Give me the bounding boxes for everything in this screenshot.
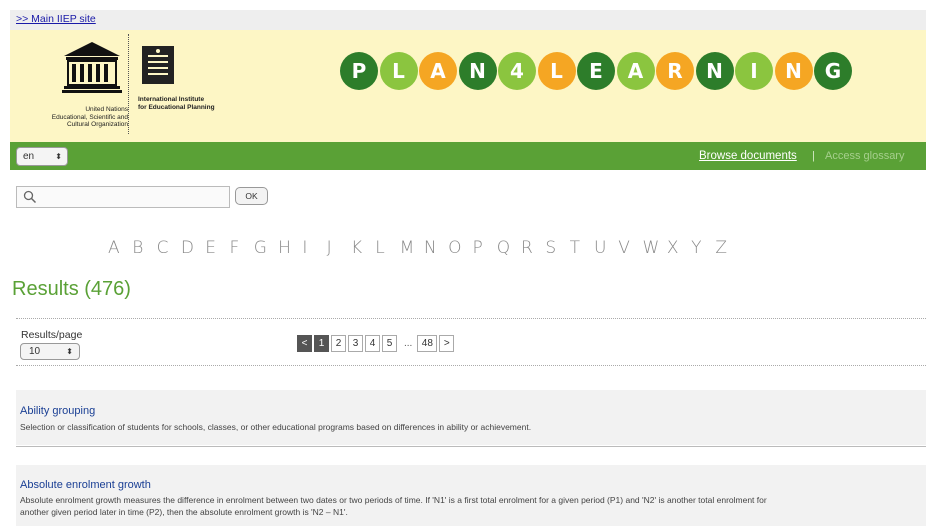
alphabet-letter-link[interactable]: K (351, 238, 375, 258)
logo-letter-circle: A (419, 52, 457, 90)
results-per-page-select[interactable]: 10 ⬍ (20, 343, 80, 360)
language-select[interactable]: en ⬍ (16, 147, 68, 166)
main-site-link[interactable]: >> Main IIEP site (16, 13, 96, 25)
alphabet-letter-link[interactable]: Q (497, 238, 521, 258)
prev-page-button[interactable]: < (297, 335, 312, 352)
search-input[interactable] (41, 189, 225, 205)
alphabet-letter-link[interactable]: X (667, 238, 691, 258)
iiep-caption: International Institute for Educational … (138, 96, 215, 111)
search-icon (23, 190, 37, 204)
logo-letter-circle: R (656, 52, 694, 90)
nav-separator: | (812, 150, 815, 162)
search-ok-button[interactable]: OK (235, 187, 268, 205)
nav-bar: en ⬍ Browse documents | Access glossary (10, 142, 926, 170)
results-per-page-label: Results/page (21, 329, 83, 341)
alphabet-index: ABCDEFGHIJKLMNOPQRSTUVWXYZ (108, 238, 740, 258)
alphabet-letter-link[interactable]: G (254, 238, 278, 258)
logo-letter-circle: N (774, 52, 813, 90)
unesco-temple-icon (62, 42, 122, 93)
alphabet-letter-link[interactable]: W (643, 238, 667, 258)
logo-letter-circle: N (695, 52, 734, 90)
results-per-page-value: 10 (29, 346, 41, 357)
result-title-link[interactable]: Ability grouping (20, 405, 95, 417)
plan4learning-logo: PLAN4LEARNING (340, 52, 854, 92)
alphabet-letter-link[interactable]: C (157, 238, 181, 258)
logo-letter-circle: 4 (498, 52, 536, 90)
result-description: Selection or classification of students … (20, 422, 532, 432)
logo-letter-circle: P (340, 52, 378, 90)
unesco-caption: United Nations Educational, Scientific a… (51, 106, 128, 128)
result-item: Absolute enrolment growth Absolute enrol… (16, 465, 926, 526)
logo-letter-circle: I (735, 52, 773, 90)
language-value: en (23, 151, 35, 162)
page-button[interactable]: 2 (331, 335, 346, 352)
alphabet-letter-link[interactable]: O (448, 238, 472, 258)
alphabet-letter-link[interactable]: D (181, 238, 205, 258)
alphabet-letter-link[interactable]: J (327, 238, 351, 258)
alphabet-letter-link[interactable]: Y (691, 238, 715, 258)
results-title: Results (476) (12, 278, 131, 300)
pagination-ellipsis: ... (404, 338, 413, 349)
alphabet-letter-link[interactable]: F (229, 238, 253, 258)
iiep-emblem-icon (142, 46, 174, 84)
logo-letter-circle: E (577, 52, 615, 90)
logo-letter-circle: L (537, 52, 576, 90)
access-glossary-link[interactable]: Access glossary (825, 150, 904, 162)
result-title-link[interactable]: Absolute enrolment growth (20, 479, 151, 491)
alphabet-letter-link[interactable]: T (570, 238, 594, 258)
logo-divider (128, 34, 129, 134)
alphabet-letter-link[interactable]: A (108, 238, 132, 258)
browse-documents-link[interactable]: Browse documents (699, 150, 797, 162)
page-button[interactable]: 1 (314, 335, 329, 352)
alphabet-letter-link[interactable]: I (302, 238, 326, 258)
iiep-logo: International Institute for Educational … (138, 42, 258, 132)
alphabet-letter-link[interactable]: P (472, 238, 496, 258)
logo-letter-circle: A (616, 52, 655, 90)
alphabet-letter-link[interactable]: H (278, 238, 302, 258)
result-description: Absolute enrolment growth measures the d… (20, 495, 767, 517)
alphabet-letter-link[interactable]: E (205, 238, 229, 258)
logo-letter-circle: N (458, 52, 497, 90)
page-button[interactable]: 4 (365, 335, 380, 352)
alphabet-letter-link[interactable]: B (132, 238, 156, 258)
alphabet-letter-link[interactable]: N (424, 238, 448, 258)
unesco-logo: United Nations Educational, Scientific a… (24, 40, 128, 135)
alphabet-letter-link[interactable]: V (618, 238, 642, 258)
page-button[interactable]: 3 (348, 335, 363, 352)
next-page-button[interactable]: > (439, 335, 455, 352)
logo-letter-circle: G (814, 52, 852, 90)
header-banner: United Nations Educational, Scientific a… (10, 30, 926, 142)
divider (16, 365, 926, 366)
logo-letter-circle: L (379, 52, 418, 90)
page-button[interactable]: 5 (382, 335, 397, 352)
alphabet-letter-link[interactable]: Z (715, 238, 739, 258)
top-bar: >> Main IIEP site (10, 10, 926, 30)
divider (16, 318, 926, 319)
alphabet-letter-link[interactable]: L (375, 238, 399, 258)
alphabet-letter-link[interactable]: U (594, 238, 618, 258)
search-box (16, 186, 230, 208)
last-page-button[interactable]: 48 (417, 335, 438, 352)
alphabet-letter-link[interactable]: S (545, 238, 569, 258)
select-arrows-icon: ⬍ (55, 152, 62, 161)
pagination: < 1 2 3 4 5 ... 48 > (297, 335, 456, 352)
result-divider (16, 446, 926, 447)
alphabet-letter-link[interactable]: R (521, 238, 545, 258)
select-arrows-icon: ⬍ (66, 347, 73, 356)
alphabet-letter-link[interactable]: M (400, 238, 424, 258)
result-item: Ability grouping Selection or classifica… (16, 390, 926, 445)
